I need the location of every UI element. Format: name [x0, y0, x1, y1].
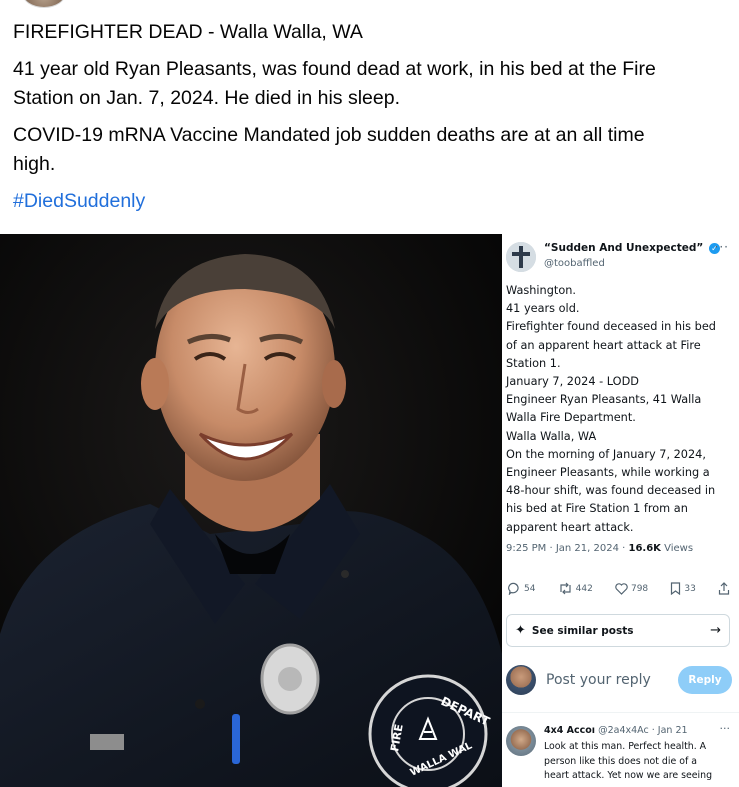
current-user-avatar: [506, 665, 536, 695]
reply-icon: [508, 582, 519, 595]
post-title: FIREFIGHTER DEAD - Walla Walla, WA: [13, 21, 363, 43]
tweet-body-line: of an apparent heart attack at Fire: [506, 338, 701, 352]
poster-avatar[interactable]: [22, 0, 66, 8]
bookmark-count: 33: [684, 583, 696, 594]
reply-composer: Post your reply Reply: [506, 662, 732, 698]
tweet-author-name-text: “Sudden And Unexpected”: [544, 242, 704, 254]
reply-author-avatar[interactable]: [506, 726, 536, 756]
sparkle-icon: ✦: [515, 623, 526, 638]
reply-action[interactable]: 54: [508, 582, 535, 595]
reply-body-line: person like this does not die of a: [544, 755, 697, 767]
tweet-body-line: 41 years old.: [506, 302, 580, 316]
reply-more-icon[interactable]: ···: [720, 722, 731, 735]
heart-icon: [615, 582, 628, 595]
post-text: FIREFIGHTER DEAD - Walla Walla, WA 41 ye…: [13, 18, 723, 224]
tweet-body-line: his bed at Fire Station 1 from an: [506, 502, 688, 516]
reply-author-name[interactable]: 4x4 Accoı: [544, 725, 595, 736]
reply-count: 54: [524, 583, 536, 594]
tweet-body-line: On the morning of January 7, 2024,: [506, 447, 706, 461]
tweet-body-line: Station 1.: [506, 356, 561, 370]
see-similar-posts-label: See similar posts: [531, 624, 634, 637]
firefighter-photo[interactable]: DEPART FIRE WALLA WAL: [0, 234, 502, 787]
tweet-actions: 54 442 798 33: [508, 582, 730, 595]
reply-body-line: Look at this man. Perfect health. A: [544, 741, 707, 752]
repost-icon: [560, 582, 571, 595]
cross-icon: [506, 242, 536, 272]
post-paragraph-1-line-1: 41 year old Ryan Pleasants, was found de…: [13, 58, 656, 80]
reply-body-line: heart attack. Yet now we are seeing: [544, 770, 713, 782]
see-similar-posts-button[interactable]: ✦ See similar posts →: [506, 614, 730, 647]
hashtag-link[interactable]: #DiedSuddenly: [13, 190, 145, 212]
tweet-body-line: Walla Fire Department.: [506, 411, 636, 425]
post-paragraph-2-line-2: high.: [13, 153, 56, 175]
post-paragraph-1: 41 year old Ryan Pleasants, was found de…: [13, 55, 723, 113]
reply-input[interactable]: Post your reply: [546, 672, 651, 688]
reply-button[interactable]: Reply: [678, 666, 732, 694]
tweet-body-line: Engineer Ryan Pleasants, 41 Walla: [506, 393, 702, 407]
post-paragraph-2: COVID-19 mRNA Vaccine Mandated job sudde…: [13, 121, 723, 179]
tweet-body: Washington. 41 years old. Firefighter fo…: [506, 282, 734, 537]
tweet-body-line: January 7, 2024 - LODD: [506, 375, 639, 389]
tweet-body-line: Washington.: [506, 284, 576, 297]
like-action[interactable]: 798: [615, 582, 649, 595]
repost-count: 442: [575, 583, 593, 594]
repost-action[interactable]: 442: [558, 582, 593, 595]
like-count: 798: [630, 583, 649, 594]
share-icon: [718, 582, 730, 595]
tweet-timestamp[interactable]: 9:25 PM · Jan 21, 2024 ·: [506, 543, 629, 554]
bookmark-icon: [671, 582, 681, 595]
tweet-author-name[interactable]: “Sudden And Unexpected” ✓: [544, 242, 720, 254]
tweet-views-count: 16.6K: [628, 543, 661, 554]
tweet-body-line: Firefighter found deceased in his bed: [506, 320, 716, 334]
tweet-body-line: Walla Walla, WA: [506, 429, 597, 443]
bookmark-action[interactable]: 33: [670, 582, 696, 595]
tweet-meta: 9:25 PM · Jan 21, 2024 · 16.6K Views: [506, 543, 693, 554]
embedded-tweet-screenshot: “Sudden And Unexpected” ✓ @toobaffled ··…: [502, 234, 739, 787]
post-media[interactable]: DEPART FIRE WALLA WAL “Sudden And Unexpe…: [0, 234, 739, 787]
tweet-body-line: 48-hour shift, was found deceased in: [506, 484, 716, 498]
arrow-right-icon: →: [710, 623, 721, 638]
tweet-more-icon[interactable]: ···: [715, 240, 729, 254]
firefighter-portrait-illustration: DEPART FIRE WALLA WAL: [0, 234, 502, 787]
reply-header: 4x4 Accoı @2a4x4Ac · Jan 21: [544, 725, 734, 736]
reply-body: Look at this man. Perfect health. A pers…: [544, 740, 734, 784]
post-paragraph-2-line-1: COVID-19 mRNA Vaccine Mandated job sudde…: [13, 124, 645, 146]
tweet-avatar[interactable]: [506, 242, 536, 272]
tweet-views-label: Views: [660, 543, 694, 554]
post-paragraph-1-line-2: Station on Jan. 7, 2024. He died in his …: [13, 87, 401, 109]
share-action[interactable]: [718, 582, 730, 595]
tweet-author-handle[interactable]: @toobaffled: [544, 258, 605, 269]
tweet-body-line: Engineer Pleasants, while working a: [506, 466, 710, 480]
divider: [502, 712, 739, 713]
tweet-body-line: apparent heart attack.: [506, 520, 634, 534]
reply-author-handle[interactable]: @2a4x4Ac · Jan 21: [598, 725, 687, 736]
